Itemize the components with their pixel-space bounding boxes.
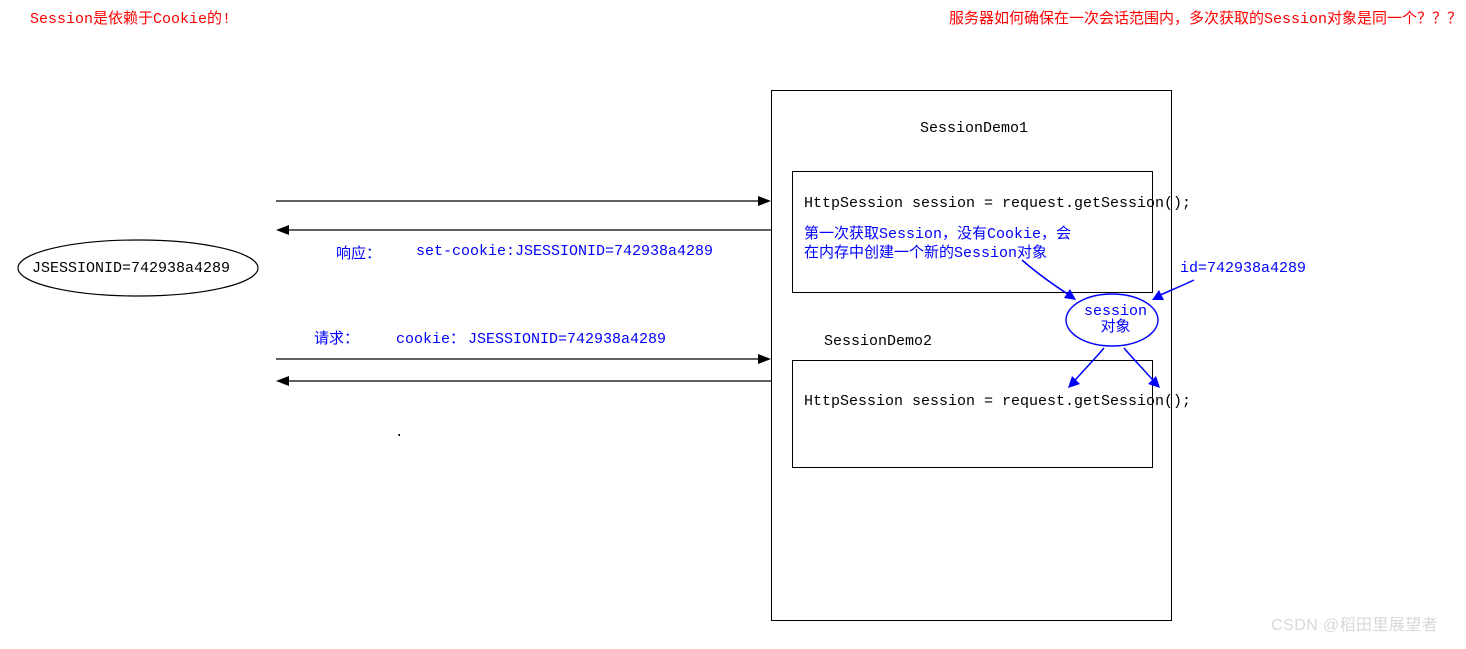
arrow-request-right <box>276 353 771 365</box>
request-label: 请求： <box>314 327 359 348</box>
sessiondemo1-note-line1: 第一次获取Session，没有Cookie，会 <box>804 222 1071 243</box>
sessiondemo2-code: HttpSession session = request.getSession… <box>804 393 1191 410</box>
arrow-note-to-session-icon <box>1018 256 1088 306</box>
watermark-text: CSDN @稻田里展望者 <box>1271 611 1438 635</box>
arrow-bottom-left <box>276 375 771 387</box>
session-object-line1: session <box>1084 304 1147 320</box>
session-object-text: session 对象 <box>1084 304 1147 336</box>
session-object-line2: 对象 <box>1084 320 1147 336</box>
sessiondemo1-note-line2: 在内存中创建一个新的Session对象 <box>804 241 1047 262</box>
request-cookie-label: cookie： <box>396 327 465 348</box>
sessiondemo1-title: SessionDemo1 <box>920 120 1028 137</box>
request-cookie-value: JSESSIONID=742938a4289 <box>468 331 666 348</box>
arrow-id-to-session-icon <box>1148 276 1198 306</box>
heading-right: 服务器如何确保在一次会话范围内，多次获取的Session对象是同一个？？？ <box>949 7 1462 28</box>
client-cookie-text: JSESSIONID=742938a4289 <box>32 260 230 277</box>
arrow-response-left <box>276 224 771 236</box>
session-id-label: id=742938a4289 <box>1180 260 1306 277</box>
stray-dot: . <box>395 425 403 441</box>
sessiondemo2-title: SessionDemo2 <box>824 333 932 350</box>
arrow-session-down-right-icon <box>1116 344 1166 392</box>
sessiondemo1-code: HttpSession session = request.getSession… <box>804 195 1191 212</box>
response-header: set-cookie:JSESSIONID=742938a4289 <box>416 243 713 260</box>
response-label: 响应： <box>336 242 381 263</box>
arrow-session-to-demo2-icon <box>1064 344 1114 392</box>
heading-left: Session是依赖于Cookie的! <box>30 7 231 28</box>
arrow-top-right <box>276 195 771 207</box>
